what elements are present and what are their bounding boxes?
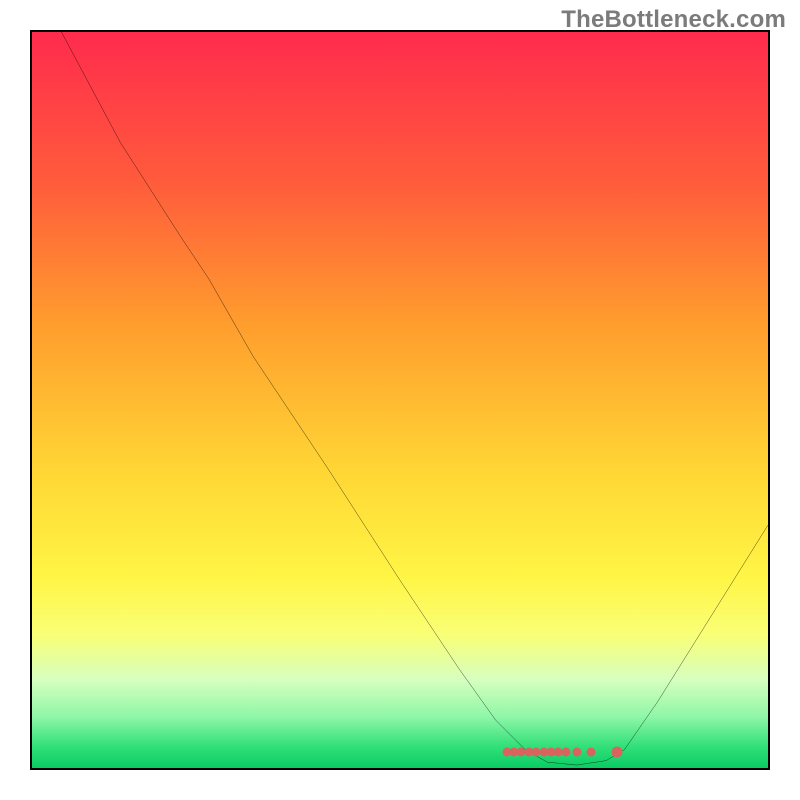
scatter-dot <box>587 747 596 756</box>
scatter-dot <box>612 746 623 757</box>
chart-stage: TheBottleneck.com <box>0 0 800 800</box>
scatter-points <box>32 32 768 768</box>
plot-area <box>30 30 770 770</box>
scatter-dot <box>572 747 581 756</box>
scatter-dot <box>561 747 570 756</box>
